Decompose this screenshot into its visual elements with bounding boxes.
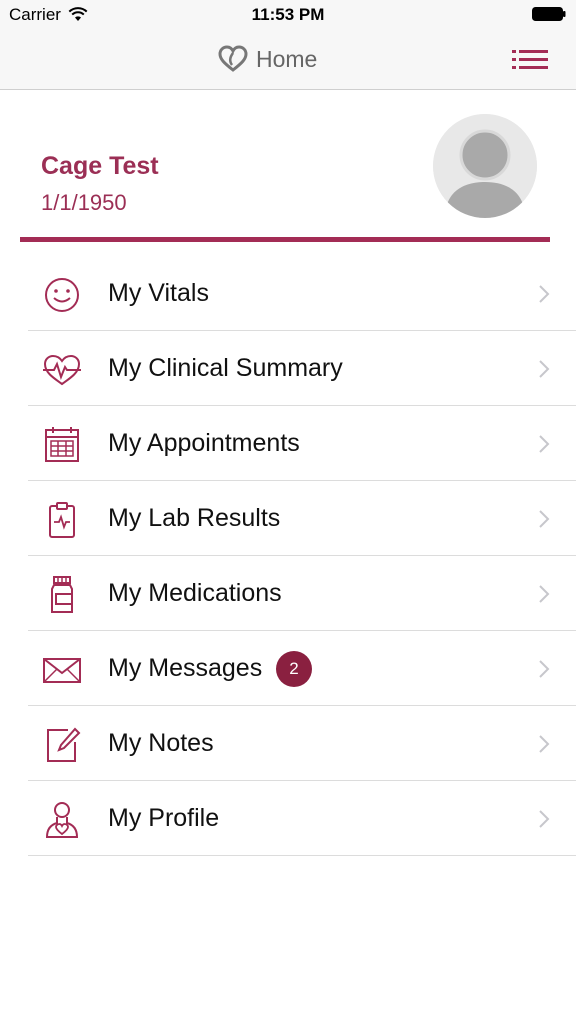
smiley-icon: [45, 278, 79, 312]
profile-header: Cage Test 1/1/1950: [20, 90, 550, 242]
menu-item-lab-results[interactable]: My Lab Results: [28, 481, 576, 556]
menu-item-label: My Clinical Summary: [108, 354, 343, 382]
chevron-right-icon: [539, 735, 550, 753]
menu-item-label: My Notes: [108, 729, 214, 757]
heart-logo-icon: [218, 45, 248, 72]
menu-item-medications[interactable]: My Medications: [28, 556, 576, 631]
menu-item-label: My Messages: [108, 654, 263, 682]
menu-item-vitals[interactable]: My Vitals: [28, 256, 576, 331]
nav-bar: Home: [0, 30, 576, 90]
menu-item-profile[interactable]: My Profile: [28, 781, 576, 856]
envelope-icon: [43, 658, 81, 683]
chevron-right-icon: [539, 510, 550, 528]
chevron-right-icon: [539, 585, 550, 603]
nav-title-group: Home: [218, 44, 317, 74]
menu-item-messages[interactable]: My Messages 2: [28, 631, 576, 706]
chevron-right-icon: [539, 810, 550, 828]
avatar[interactable]: [433, 114, 537, 218]
clipboard-icon: [49, 502, 75, 538]
list-menu-icon[interactable]: [512, 46, 548, 74]
menu-item-label: My Profile: [108, 804, 220, 832]
menu-item-label: My Vitals: [108, 279, 209, 307]
menu-item-label: My Appointments: [108, 429, 300, 457]
chevron-right-icon: [539, 360, 550, 378]
chevron-right-icon: [539, 660, 550, 678]
status-time: 11:53 PM: [251, 5, 325, 24]
menu-item-label: My Medications: [108, 579, 282, 607]
patient-name: Cage Test: [41, 152, 159, 180]
battery-icon: [532, 7, 566, 21]
menu-item-clinical-summary[interactable]: My Clinical Summary: [28, 331, 576, 406]
person-heart-icon: [45, 802, 79, 838]
status-bar: Carrier 11:53 PM: [0, 0, 576, 30]
menu-item-notes[interactable]: My Notes: [28, 706, 576, 781]
patient-dob: 1/1/1950: [41, 190, 127, 215]
notepad-icon: [47, 727, 81, 762]
chevron-right-icon: [539, 285, 550, 303]
heart-pulse-icon: [43, 354, 81, 386]
menu-item-label: My Lab Results: [108, 504, 281, 532]
avatar-placeholder-icon: [433, 114, 537, 218]
unread-count-badge: 2: [276, 651, 312, 687]
calendar-icon: [45, 427, 79, 462]
pill-bottle-icon: [51, 576, 73, 613]
page-title: Home: [256, 45, 318, 72]
chevron-right-icon: [539, 435, 550, 453]
main-menu-list: My Vitals My Clinical Summary My Appoint…: [28, 256, 576, 856]
menu-item-appointments[interactable]: My Appointments: [28, 406, 576, 481]
